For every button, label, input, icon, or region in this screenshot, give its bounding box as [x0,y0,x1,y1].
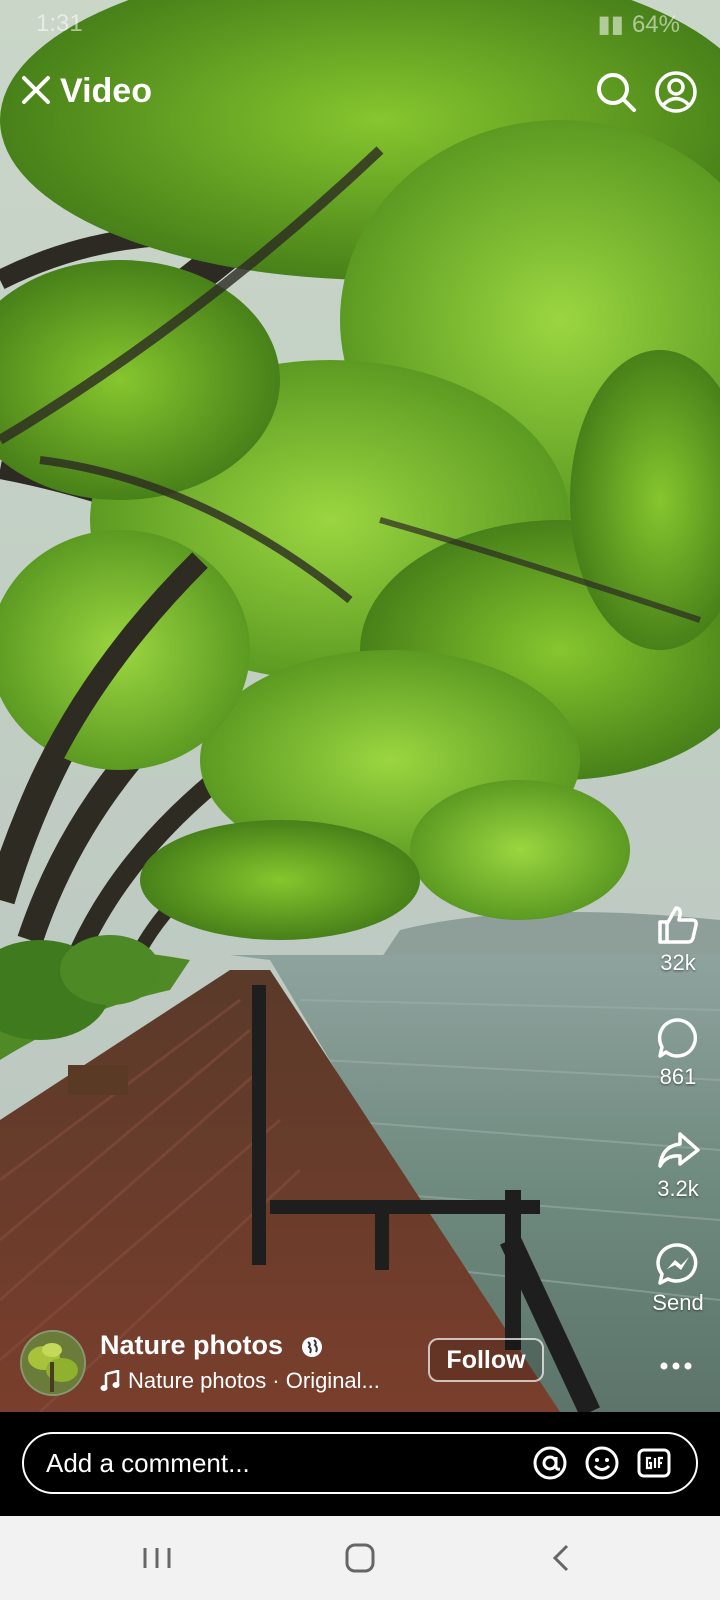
page-title: Video [60,72,152,110]
status-time: 1:31 [36,10,83,37]
audio-info[interactable]: Nature photos · Original... [100,1368,380,1394]
like-count: 32k [660,950,696,975]
status-bar: 1:31 ▮▮ 64% [0,8,720,44]
share-button[interactable]: 3.2k [638,1126,718,1202]
profile-icon[interactable] [654,70,698,114]
more-icon[interactable] [658,1356,694,1376]
avatar[interactable] [20,1330,86,1396]
like-button[interactable]: 32k [638,900,718,976]
status-right: ▮▮ 64% [598,10,680,39]
battery-level: 64% [631,10,680,38]
send-button[interactable]: Send [638,1240,718,1316]
music-icon [100,1370,120,1391]
comment-input[interactable]: Add a comment... [22,1432,698,1494]
emoji-icon[interactable] [584,1445,620,1481]
comment-button[interactable]: 861 [638,1014,718,1090]
comment-icon [657,1018,698,1058]
signal-icon: ▮▮ [597,11,624,38]
gif-icon[interactable] [636,1445,672,1481]
messenger-icon [656,1243,698,1285]
channel-info: Nature photos Nature photos · Original..… [20,1330,640,1396]
avatar-image [22,1332,84,1394]
system-nav-bar [0,1516,720,1600]
close-icon[interactable] [18,72,54,108]
like-icon [658,906,698,944]
comment-placeholder: Add a comment... [46,1448,250,1478]
share-icon [658,1132,700,1168]
video-player[interactable] [0,0,720,1412]
follow-button[interactable]: Follow [428,1338,544,1382]
top-bar: Video [0,68,720,118]
send-label: Send [652,1290,704,1315]
channel-name: Nature photos [100,1330,284,1360]
share-count: 3.2k [657,1176,699,1201]
recent-apps-icon[interactable] [137,1540,177,1576]
search-icon[interactable] [594,70,638,114]
back-icon[interactable] [543,1540,583,1576]
channel-name-row[interactable]: Nature photos [100,1330,323,1361]
audio-label: Nature photos · Original... [128,1368,380,1393]
mention-icon[interactable] [532,1445,568,1481]
comment-count: 861 [659,1064,697,1089]
home-icon[interactable] [340,1540,380,1576]
video-frame [0,0,720,1412]
globe-icon [301,1336,322,1357]
